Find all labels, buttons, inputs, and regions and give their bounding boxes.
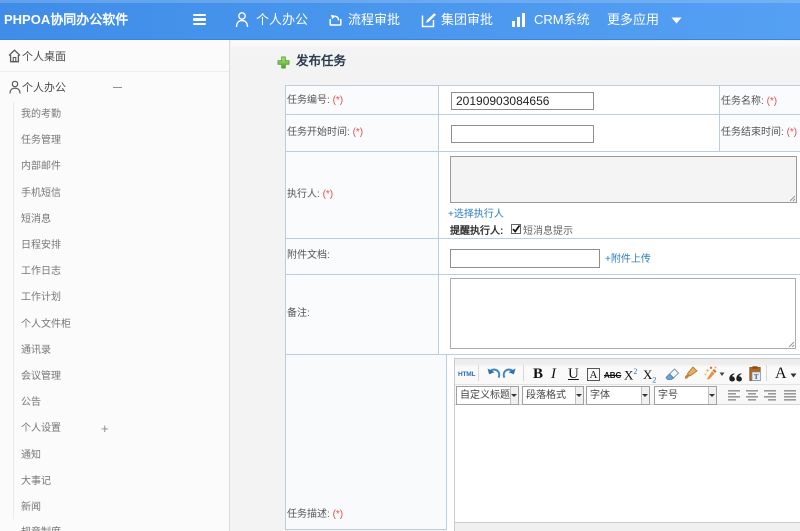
svg-text:T: T <box>754 373 759 381</box>
